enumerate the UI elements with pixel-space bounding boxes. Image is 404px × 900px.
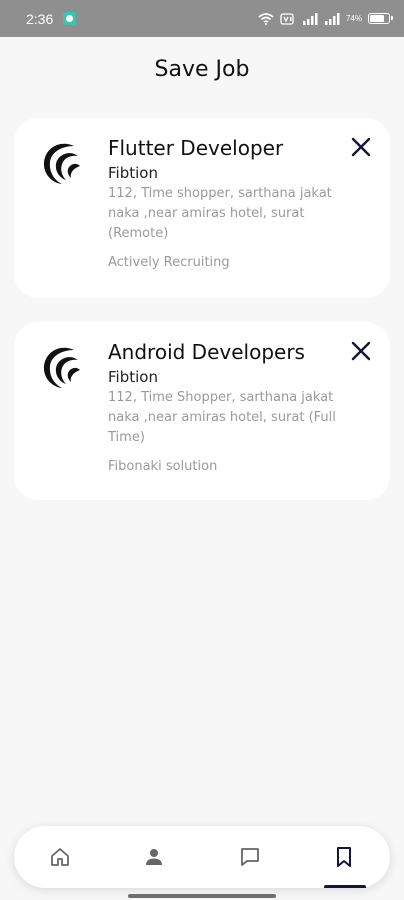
saved-job-card[interactable]: Flutter Developer Fibtion 112, Time shop… — [14, 118, 390, 298]
home-indicator[interactable] — [128, 894, 276, 898]
nav-messages[interactable] — [220, 826, 280, 888]
nav-saved-jobs[interactable] — [314, 826, 374, 888]
job-status: Actively Recruiting — [108, 255, 230, 270]
nav-profile[interactable] — [124, 826, 184, 888]
job-address: 112, Time Shopper, sarthana jakat naka ,… — [108, 390, 336, 445]
volte-icon — [280, 12, 294, 25]
status-icons: 74% — [258, 12, 393, 25]
signal-icon — [302, 12, 318, 25]
wifi-icon — [258, 12, 274, 25]
signal-icon — [324, 12, 340, 25]
company-logo — [43, 143, 80, 184]
active-tab-indicator — [324, 885, 366, 888]
saved-job-card[interactable]: Android Developers Fibtion 112, Time Sho… — [14, 322, 390, 500]
company-name: Fibtion — [108, 368, 158, 386]
job-company-detail: Fibonaki solution — [108, 459, 218, 474]
bookmark-icon — [337, 847, 351, 867]
company-name: Fibtion — [108, 164, 158, 182]
app-notification-icon — [63, 12, 77, 25]
battery-percentage: 74% — [345, 14, 362, 23]
battery-icon — [368, 13, 393, 24]
close-icon[interactable] — [350, 340, 372, 362]
home-icon — [51, 848, 69, 866]
status-bar: 2:36 74% — [0, 0, 404, 37]
nav-home[interactable] — [30, 826, 90, 888]
bottom-navigation — [14, 826, 390, 888]
chat-icon — [241, 848, 259, 866]
job-title[interactable]: Flutter Developer — [108, 136, 283, 160]
job-address: 112, Time shopper, sarthana jakat naka ,… — [108, 186, 332, 241]
company-logo — [43, 347, 80, 388]
page-title: Save Job — [154, 57, 250, 82]
job-title[interactable]: Android Developers — [108, 340, 305, 364]
close-icon[interactable] — [350, 136, 372, 158]
status-time: 2:36 — [26, 10, 54, 27]
profile-icon — [146, 849, 162, 865]
